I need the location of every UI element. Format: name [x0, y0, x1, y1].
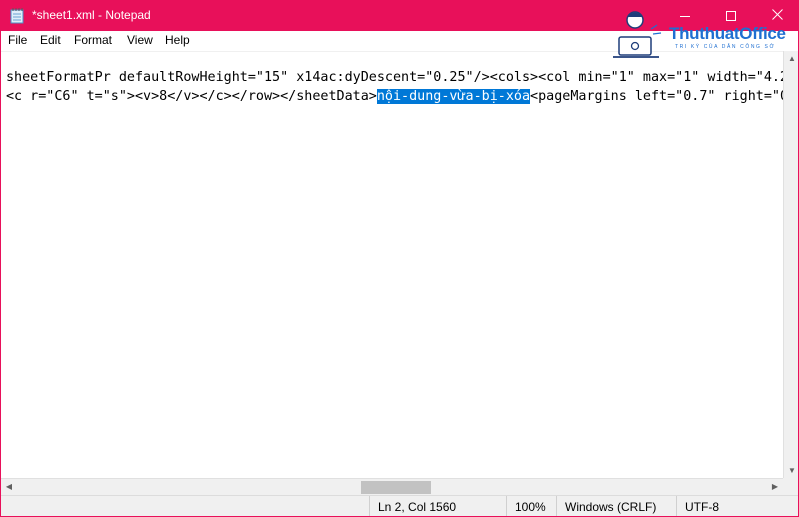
logo-name: ThuthuatOffice — [669, 24, 786, 43]
logo-tagline: TRI KỲ CỦA DÂN CÔNG SỞ — [675, 44, 776, 50]
vertical-scrollbar[interactable]: ▲ ▼ — [783, 51, 798, 478]
notepad-icon — [10, 8, 24, 24]
menu-file[interactable]: File — [6, 33, 29, 47]
scroll-right-icon[interactable]: ▶ — [767, 482, 783, 491]
scroll-left-icon[interactable]: ◀ — [1, 482, 17, 491]
text-editor[interactable]: sheetFormatPr defaultRowHeight="15" x14a… — [1, 51, 783, 478]
status-bar: Ln 2, Col 1560 100% Windows (CRLF) UTF-8 — [1, 495, 798, 516]
text-before-selection: <c r="C6" t="s"><v>8</v></c></row></shee… — [6, 89, 377, 104]
text-after-selection: <pageMargins left="0.7" right="0 — [530, 89, 783, 104]
status-line-ending: Windows (CRLF) — [556, 496, 676, 516]
menu-view[interactable]: View — [125, 33, 155, 47]
menu-edit[interactable]: Edit — [38, 33, 63, 47]
selected-text: nội-dung-vừa-bị-xóa — [376, 89, 531, 104]
scroll-up-icon[interactable]: ▲ — [784, 54, 798, 63]
thuthuatoffice-logo: ThuthuatOffice TRI KỲ CỦA DÂN CÔNG SỞ — [607, 7, 797, 69]
window-title: *sheet1.xml - Notepad — [32, 8, 151, 22]
scroll-down-icon[interactable]: ▼ — [784, 466, 798, 475]
status-zoom: 100% — [506, 496, 556, 516]
status-encoding: UTF-8 — [676, 496, 798, 516]
horizontal-scrollbar[interactable]: ◀ ▶ — [1, 478, 783, 495]
scrollbar-corner — [783, 478, 798, 495]
menu-format[interactable]: Format — [72, 33, 114, 47]
status-cursor-position: Ln 2, Col 1560 — [369, 496, 506, 516]
text-line-1: sheetFormatPr defaultRowHeight="15" x14a… — [6, 70, 783, 85]
horizontal-scroll-thumb[interactable] — [361, 481, 431, 494]
mascot-icon — [607, 7, 669, 69]
notepad-window: *sheet1.xml - Notepad File Edit Format V… — [0, 0, 799, 517]
text-line-2: <c r="C6" t="s"><v>8</v></c></row></shee… — [6, 88, 783, 106]
menu-help[interactable]: Help — [163, 33, 192, 47]
